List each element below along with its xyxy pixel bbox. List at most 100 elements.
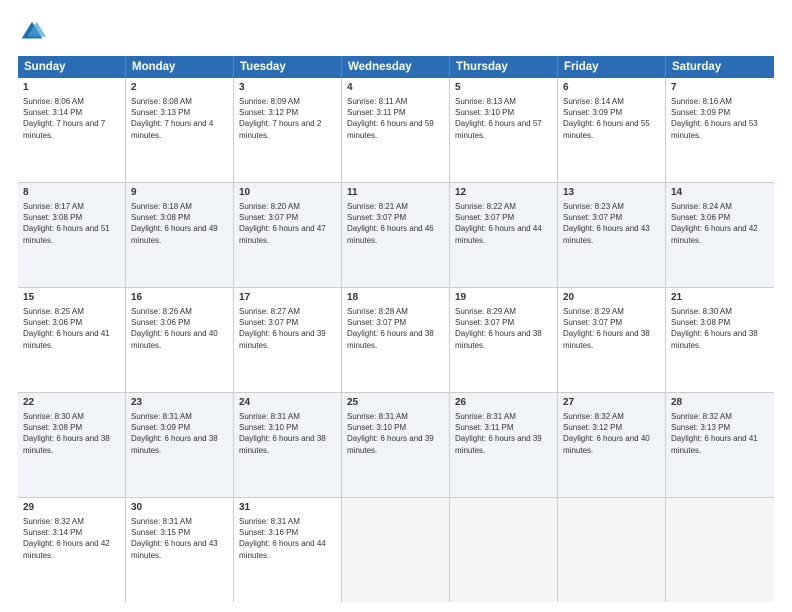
day-number: 19 [455,291,552,305]
cell-info: Sunrise: 8:29 AMSunset: 3:07 PMDaylight:… [563,307,650,350]
day-number: 11 [347,186,444,200]
day-cell-4: 4Sunrise: 8:11 AMSunset: 3:11 PMDaylight… [342,78,450,182]
day-number: 2 [131,81,228,95]
calendar-header: SundayMondayTuesdayWednesdayThursdayFrid… [18,56,774,78]
calendar-row-3: 15Sunrise: 8:25 AMSunset: 3:06 PMDayligh… [18,288,774,393]
day-number: 27 [563,396,660,410]
cell-info: Sunrise: 8:25 AMSunset: 3:06 PMDaylight:… [23,307,110,350]
day-number: 30 [131,501,228,515]
cell-info: Sunrise: 8:22 AMSunset: 3:07 PMDaylight:… [455,202,542,245]
day-cell-29: 29 Sunrise: 8:32 AMSunset: 3:14 PMDayligh… [18,498,126,602]
day-cell-16: 16 Sunrise: 8:26 AMSunset: 3:06 PMDayligh… [126,288,234,392]
cell-info: Sunrise: 8:23 AMSunset: 3:07 PMDaylight:… [563,202,650,245]
cell-info: Sunrise: 8:32 AMSunset: 3:12 PMDaylight:… [563,412,650,455]
cell-info: Sunrise: 8:18 AMSunset: 3:08 PMDaylight:… [131,202,218,245]
day-number: 6 [563,81,660,95]
cell-info: Sunrise: 8:28 AMSunset: 3:07 PMDaylight:… [347,307,434,350]
cell-info: Sunrise: 8:30 AMSunset: 3:08 PMDaylight:… [23,412,110,455]
header-day-tuesday: Tuesday [234,56,342,78]
day-cell-6: 6 Sunrise: 8:14 AMSunset: 3:09 PMDaylight… [558,78,666,182]
header-day-thursday: Thursday [450,56,558,78]
day-number: 29 [23,501,120,515]
header-day-monday: Monday [126,56,234,78]
day-number: 13 [563,186,660,200]
day-number: 31 [239,501,336,515]
cell-info: Sunrise: 8:31 AMSunset: 3:10 PMDaylight:… [239,412,326,455]
day-number: 22 [23,396,120,410]
cell-info: Sunrise: 8:11 AMSunset: 3:11 PMDaylight:… [347,97,434,140]
header [18,18,774,46]
day-cell-26: 26Sunrise: 8:31 AMSunset: 3:11 PMDayligh… [450,393,558,497]
day-number: 25 [347,396,444,410]
header-day-saturday: Saturday [666,56,774,78]
cell-info: Sunrise: 8:31 AMSunset: 3:11 PMDaylight:… [455,412,542,455]
cell-info: Sunrise: 8:13 AMSunset: 3:10 PMDaylight:… [455,97,542,140]
cell-info: Sunrise: 8:32 AMSunset: 3:13 PMDaylight:… [671,412,758,455]
day-number: 18 [347,291,444,305]
day-cell-31: 31 Sunrise: 8:31 AMSunset: 3:16 PMDayligh… [234,498,342,602]
cell-info: Sunrise: 8:21 AMSunset: 3:07 PMDaylight:… [347,202,434,245]
calendar-row-4: 22 Sunrise: 8:30 AMSunset: 3:08 PMDayligh… [18,393,774,498]
day-cell-14: 14 Sunrise: 8:24 AMSunset: 3:06 PMDayligh… [666,183,774,287]
cell-info: Sunrise: 8:20 AMSunset: 3:07 PMDaylight:… [239,202,326,245]
cell-info: Sunrise: 8:24 AMSunset: 3:06 PMDaylight:… [671,202,758,245]
day-cell-8: 8Sunrise: 8:17 AMSunset: 3:08 PMDaylight… [18,183,126,287]
calendar-row-2: 8Sunrise: 8:17 AMSunset: 3:08 PMDaylight… [18,183,774,288]
day-cell-2: 2 Sunrise: 8:08 AMSunset: 3:13 PMDaylight… [126,78,234,182]
cell-info: Sunrise: 8:08 AMSunset: 3:13 PMDaylight:… [131,97,213,140]
cell-info: Sunrise: 8:31 AMSunset: 3:16 PMDaylight:… [239,517,326,560]
header-day-sunday: Sunday [18,56,126,78]
day-cell-18: 18 Sunrise: 8:28 AMSunset: 3:07 PMDayligh… [342,288,450,392]
cell-info: Sunrise: 8:14 AMSunset: 3:09 PMDaylight:… [563,97,650,140]
day-cell-3: 3 Sunrise: 8:09 AMSunset: 3:12 PMDaylight… [234,78,342,182]
day-number: 12 [455,186,552,200]
empty-cell [666,498,774,602]
day-cell-11: 11 Sunrise: 8:21 AMSunset: 3:07 PMDayligh… [342,183,450,287]
logo-icon [18,18,46,46]
cell-info: Sunrise: 8:32 AMSunset: 3:14 PMDaylight:… [23,517,110,560]
day-number: 20 [563,291,660,305]
day-cell-23: 23Sunrise: 8:31 AMSunset: 3:09 PMDayligh… [126,393,234,497]
calendar: SundayMondayTuesdayWednesdayThursdayFrid… [18,56,774,602]
day-number: 14 [671,186,769,200]
day-number: 10 [239,186,336,200]
day-cell-24: 24 Sunrise: 8:31 AMSunset: 3:10 PMDayligh… [234,393,342,497]
day-number: 3 [239,81,336,95]
day-number: 16 [131,291,228,305]
day-number: 24 [239,396,336,410]
header-day-wednesday: Wednesday [342,56,450,78]
day-number: 17 [239,291,336,305]
cell-info: Sunrise: 8:26 AMSunset: 3:06 PMDaylight:… [131,307,218,350]
day-number: 7 [671,81,769,95]
day-number: 28 [671,396,769,410]
day-cell-27: 27 Sunrise: 8:32 AMSunset: 3:12 PMDayligh… [558,393,666,497]
cell-info: Sunrise: 8:16 AMSunset: 3:09 PMDaylight:… [671,97,758,140]
day-cell-21: 21 Sunrise: 8:30 AMSunset: 3:08 PMDayligh… [666,288,774,392]
day-cell-12: 12 Sunrise: 8:22 AMSunset: 3:07 PMDayligh… [450,183,558,287]
day-number: 8 [23,186,120,200]
page: SundayMondayTuesdayWednesdayThursdayFrid… [0,0,792,612]
day-number: 21 [671,291,769,305]
empty-cell [450,498,558,602]
day-cell-13: 13 Sunrise: 8:23 AMSunset: 3:07 PMDayligh… [558,183,666,287]
day-number: 5 [455,81,552,95]
day-cell-20: 20 Sunrise: 8:29 AMSunset: 3:07 PMDayligh… [558,288,666,392]
day-cell-5: 5 Sunrise: 8:13 AMSunset: 3:10 PMDaylight… [450,78,558,182]
day-cell-15: 15Sunrise: 8:25 AMSunset: 3:06 PMDayligh… [18,288,126,392]
day-cell-9: 9Sunrise: 8:18 AMSunset: 3:08 PMDaylight… [126,183,234,287]
cell-info: Sunrise: 8:27 AMSunset: 3:07 PMDaylight:… [239,307,326,350]
day-cell-30: 30 Sunrise: 8:31 AMSunset: 3:15 PMDayligh… [126,498,234,602]
cell-info: Sunrise: 8:31 AMSunset: 3:15 PMDaylight:… [131,517,218,560]
cell-info: Sunrise: 8:30 AMSunset: 3:08 PMDaylight:… [671,307,758,350]
day-cell-25: 25Sunrise: 8:31 AMSunset: 3:10 PMDayligh… [342,393,450,497]
header-day-friday: Friday [558,56,666,78]
cell-info: Sunrise: 8:06 AMSunset: 3:14 PMDaylight:… [23,97,105,140]
empty-cell [558,498,666,602]
cell-info: Sunrise: 8:29 AMSunset: 3:07 PMDaylight:… [455,307,542,350]
day-number: 23 [131,396,228,410]
cell-info: Sunrise: 8:09 AMSunset: 3:12 PMDaylight:… [239,97,321,140]
day-number: 1 [23,81,120,95]
empty-cell [342,498,450,602]
calendar-row-1: 1 Sunrise: 8:06 AMSunset: 3:14 PMDaylight… [18,78,774,183]
logo [18,18,50,46]
